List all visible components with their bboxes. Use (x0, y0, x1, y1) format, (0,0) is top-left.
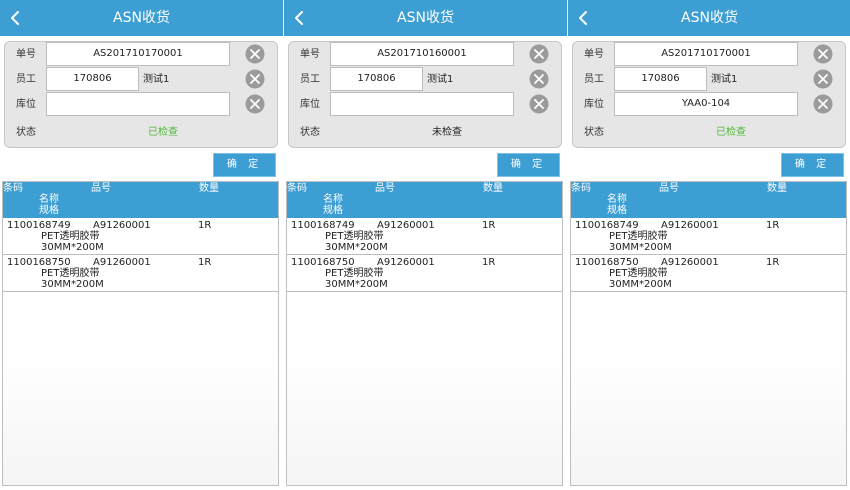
order-number-input[interactable]: AS201710170001 (614, 42, 798, 66)
clear-circle-x-icon[interactable] (529, 94, 549, 114)
page-title: ASN收货 (681, 10, 738, 26)
employee-name: 测试1 (427, 74, 454, 85)
clear-circle-x-icon[interactable] (813, 69, 833, 89)
location-label: 库位 (584, 99, 604, 110)
order-number-label: 单号 (300, 49, 320, 60)
row-spec: 30MM*200M (41, 279, 104, 290)
page-title: ASN收货 (113, 10, 170, 26)
spec-column-header: 规格 (607, 205, 627, 216)
asn-receive-screen: ASN收货 单号 AS201710160001 员工 170806 测试1 库位 (284, 0, 567, 490)
spec-column-header: 规格 (323, 205, 343, 216)
app-header: ASN收货 (284, 0, 567, 36)
barcode-column-header: 条码 (287, 183, 307, 194)
location-input[interactable]: YAA0-104 (614, 92, 798, 116)
part-number-column-header: 品号 (375, 183, 395, 194)
row-spec: 30MM*200M (609, 242, 672, 253)
table-header: 条码 品号 数量 名称 规格 (571, 182, 846, 218)
row-spec: 30MM*200M (325, 242, 388, 253)
status-label: 状态 (584, 127, 604, 138)
table-row[interactable]: 1100168749 A91260001 1R PET透明胶带 30MM*200… (571, 218, 846, 255)
clear-circle-x-icon[interactable] (529, 44, 549, 64)
order-number-input[interactable]: AS201710160001 (330, 42, 514, 66)
row-part-number: A91260001 (377, 257, 435, 268)
row-part-number: A91260001 (93, 220, 151, 231)
clear-circle-x-icon[interactable] (813, 94, 833, 114)
employee-input[interactable]: 170806 (614, 67, 707, 91)
asn-receive-screen: ASN收货 单号 AS201710170001 员工 170806 测试1 库位… (568, 0, 850, 490)
quantity-column-header: 数量 (199, 183, 219, 194)
app-root: ASN收货 单号 AS201710170001 员工 170806 测试1 库位 (0, 0, 850, 490)
employee-name: 测试1 (143, 74, 170, 85)
detail-table: 条码 品号 数量 名称 规格 1100168749 A91260001 1R P… (286, 181, 563, 486)
location-label: 库位 (300, 99, 320, 110)
app-header: ASN收货 (568, 0, 850, 36)
detail-table: 条码 品号 数量 名称 规格 1100168749 A91260001 1R P… (2, 181, 279, 486)
row-part-number: A91260001 (661, 257, 719, 268)
app-header: ASN收货 (0, 0, 283, 36)
row-spec: 30MM*200M (325, 279, 388, 290)
row-quantity: 1R (482, 220, 496, 231)
status-value: 已检查 (148, 127, 178, 138)
row-quantity: 1R (766, 220, 780, 231)
employee-input[interactable]: 170806 (46, 67, 139, 91)
clear-circle-x-icon[interactable] (245, 44, 265, 64)
table-row[interactable]: 1100168749 A91260001 1R PET透明胶带 30MM*200… (287, 218, 562, 255)
status-value: 未检查 (432, 127, 462, 138)
status-value: 已检查 (716, 127, 746, 138)
clear-circle-x-icon[interactable] (245, 94, 265, 114)
row-quantity: 1R (766, 257, 780, 268)
row-part-number: A91260001 (93, 257, 151, 268)
asn-receive-screen: ASN收货 单号 AS201710170001 员工 170806 测试1 库位 (0, 0, 283, 490)
clear-circle-x-icon[interactable] (245, 69, 265, 89)
table-row[interactable]: 1100168750 A91260001 1R PET透明胶带 30MM*200… (3, 255, 278, 292)
employee-label: 员工 (584, 74, 604, 85)
location-input[interactable] (330, 92, 514, 116)
row-part-number: A91260001 (377, 220, 435, 231)
status-label: 状态 (300, 127, 320, 138)
table-header: 条码 品号 数量 名称 规格 (287, 182, 562, 218)
order-number-label: 单号 (584, 49, 604, 60)
order-number-input[interactable]: AS201710170001 (46, 42, 230, 66)
receive-form: 单号 AS201710160001 员工 170806 测试1 库位 状态 未检… (288, 41, 562, 148)
employee-label: 员工 (16, 74, 36, 85)
order-number-label: 单号 (16, 49, 36, 60)
row-quantity: 1R (482, 257, 496, 268)
barcode-column-header: 条码 (3, 183, 23, 194)
table-row[interactable]: 1100168749 A91260001 1R PET透明胶带 30MM*200… (3, 218, 278, 255)
status-label: 状态 (16, 127, 36, 138)
table-row[interactable]: 1100168750 A91260001 1R PET透明胶带 30MM*200… (287, 255, 562, 292)
spec-column-header: 规格 (39, 205, 59, 216)
employee-input[interactable]: 170806 (330, 67, 423, 91)
barcode-column-header: 条码 (571, 183, 591, 194)
detail-table: 条码 品号 数量 名称 规格 1100168749 A91260001 1R P… (570, 181, 847, 486)
row-quantity: 1R (198, 257, 212, 268)
table-header: 条码 品号 数量 名称 规格 (3, 182, 278, 218)
confirm-button[interactable]: 确 定 (781, 153, 844, 177)
row-spec: 30MM*200M (41, 242, 104, 253)
confirm-button[interactable]: 确 定 (497, 153, 560, 177)
location-label: 库位 (16, 99, 36, 110)
table-row[interactable]: 1100168750 A91260001 1R PET透明胶带 30MM*200… (571, 255, 846, 292)
part-number-column-header: 品号 (91, 183, 111, 194)
location-input[interactable] (46, 92, 230, 116)
part-number-column-header: 品号 (659, 183, 679, 194)
employee-label: 员工 (300, 74, 320, 85)
row-quantity: 1R (198, 220, 212, 231)
clear-circle-x-icon[interactable] (529, 69, 549, 89)
row-spec: 30MM*200M (609, 279, 672, 290)
confirm-button[interactable]: 确 定 (213, 153, 276, 177)
receive-form: 单号 AS201710170001 员工 170806 测试1 库位 YAA0-… (572, 41, 846, 148)
employee-name: 测试1 (711, 74, 738, 85)
page-title: ASN收货 (397, 10, 454, 26)
clear-circle-x-icon[interactable] (813, 44, 833, 64)
row-part-number: A91260001 (661, 220, 719, 231)
quantity-column-header: 数量 (483, 183, 503, 194)
receive-form: 单号 AS201710170001 员工 170806 测试1 库位 状态 已检… (4, 41, 278, 148)
quantity-column-header: 数量 (767, 183, 787, 194)
